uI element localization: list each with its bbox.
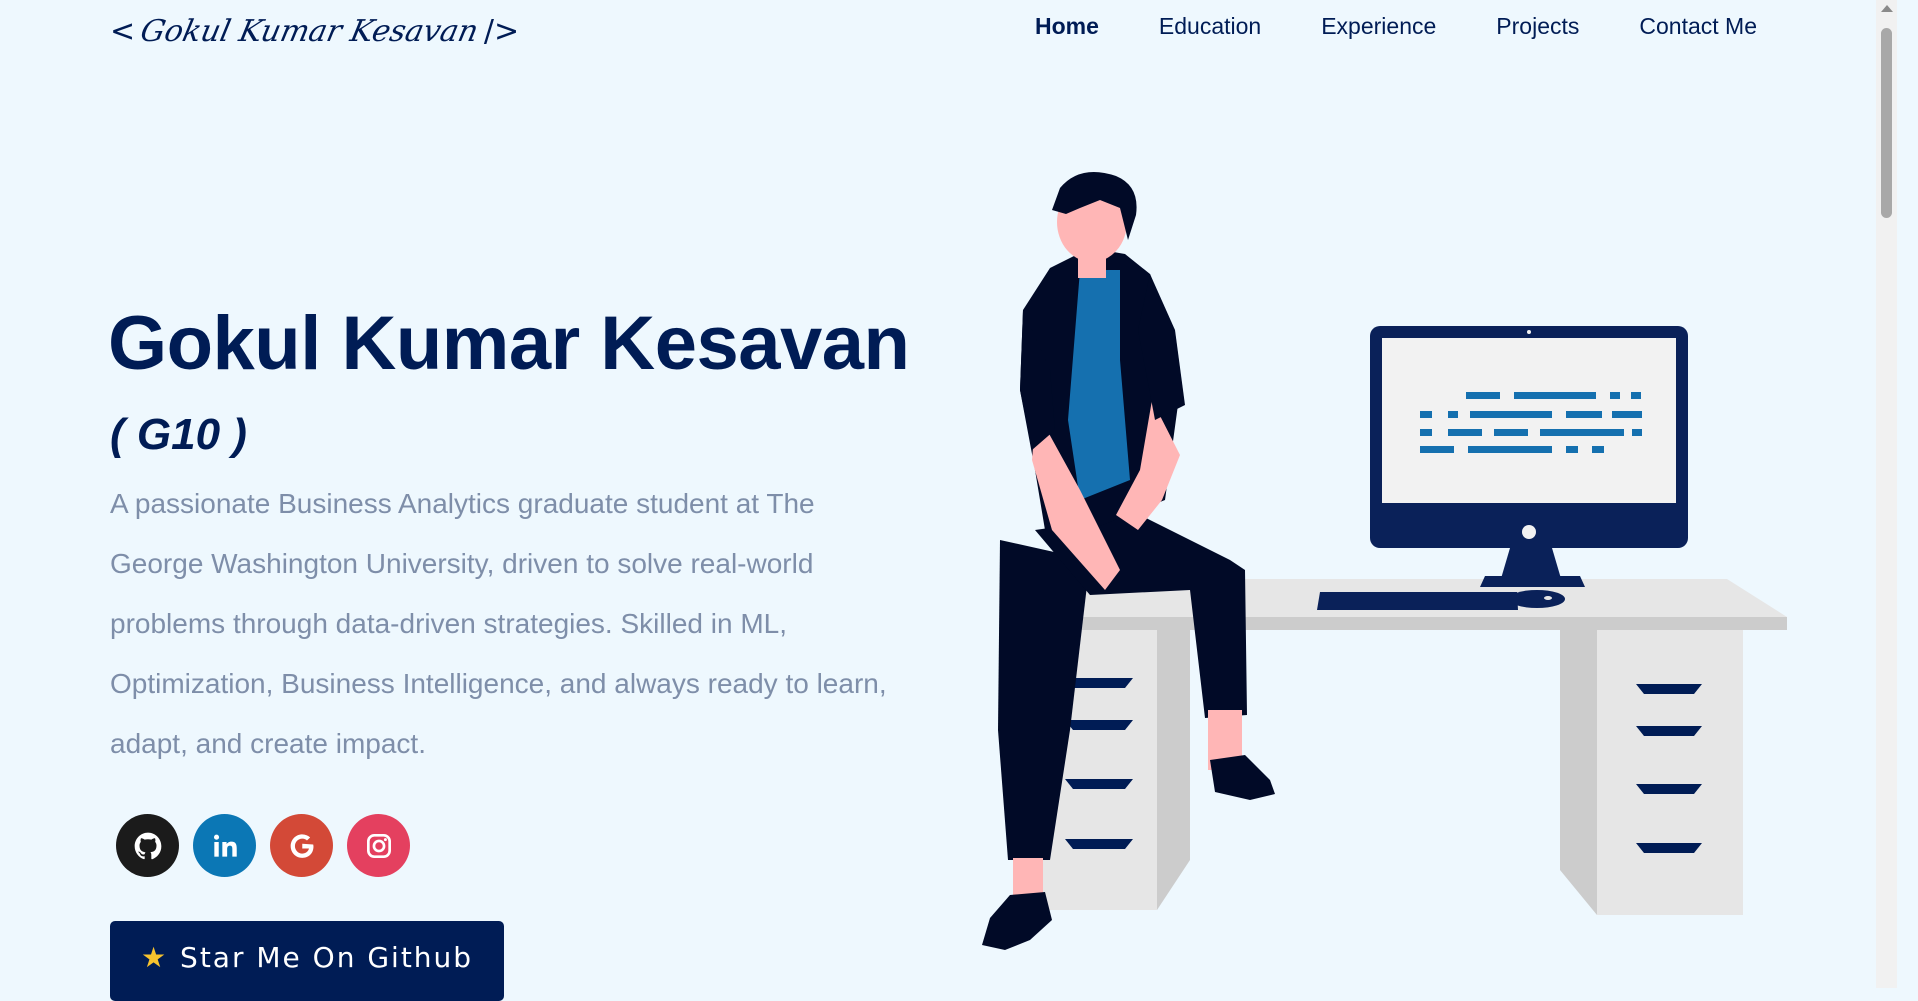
- logo-signature: Gokul Kumar Kesavan: [137, 13, 482, 49]
- drawer-handle: [1065, 720, 1133, 730]
- linkedin-icon: [213, 834, 237, 857]
- monitor-camera: [1527, 330, 1531, 334]
- github-icon: [134, 832, 161, 859]
- scroll-up-arrow-icon[interactable]: [1881, 5, 1893, 12]
- instagram-icon: [366, 833, 391, 858]
- drawer-handle: [1636, 843, 1702, 853]
- developer-desk-illustration: [982, 172, 1787, 950]
- person-shoe: [982, 892, 1052, 950]
- hero-description: A passionate Business Analytics graduate…: [110, 488, 887, 759]
- page-scrollbar[interactable]: [1876, 0, 1897, 988]
- person-ankle: [1013, 858, 1043, 898]
- nav-contact-me[interactable]: Contact Me: [1639, 13, 1757, 40]
- nav-home[interactable]: Home: [1035, 13, 1099, 40]
- hero-tag: ( G10 ): [110, 410, 247, 459]
- logo-close-bracket: />: [483, 13, 520, 49]
- drawer-handle: [1636, 684, 1702, 694]
- instagram-link[interactable]: [347, 814, 410, 877]
- desk-edge: [1080, 617, 1787, 630]
- google-link[interactable]: [270, 814, 333, 877]
- star-icon: ★: [140, 941, 167, 974]
- linkedin-link[interactable]: [193, 814, 256, 877]
- monitor-screen: [1382, 338, 1676, 503]
- drawer-handle: [1065, 839, 1133, 849]
- drawer-handle: [1065, 779, 1133, 789]
- drawer-handle: [1636, 726, 1702, 736]
- nav-projects[interactable]: Projects: [1496, 13, 1579, 40]
- right-cabinet: [1597, 630, 1743, 915]
- person-shoe-front: [1210, 755, 1275, 800]
- top-nav: Home Education Experience Projects Conta…: [1035, 13, 1757, 40]
- github-link[interactable]: [116, 814, 179, 877]
- social-links: [116, 814, 410, 877]
- hero-name: Gokul Kumar Kesavan: [108, 301, 910, 386]
- monitor-base: [1480, 576, 1585, 587]
- site-logo[interactable]: < Gokul Kumar Kesavan />: [110, 6, 519, 56]
- google-icon: [290, 833, 313, 858]
- star-button-label: Star Me On Github: [180, 941, 474, 974]
- drawer-handle: [1636, 784, 1702, 794]
- star-on-github-button[interactable]: ★ Star Me On Github: [110, 921, 504, 1001]
- monitor-button: [1522, 525, 1536, 539]
- keyboard: [1317, 592, 1518, 610]
- right-cabinet-side: [1560, 630, 1597, 915]
- page: < Gokul Kumar Kesavan /> Home Education …: [0, 0, 1897, 1001]
- left-cabinet-side: [1157, 630, 1190, 910]
- nav-education[interactable]: Education: [1159, 13, 1261, 40]
- nav-experience[interactable]: Experience: [1321, 13, 1436, 40]
- scrollbar-thumb[interactable]: [1881, 28, 1892, 218]
- mouse: [1509, 590, 1565, 608]
- logo-open-bracket: <: [110, 13, 136, 49]
